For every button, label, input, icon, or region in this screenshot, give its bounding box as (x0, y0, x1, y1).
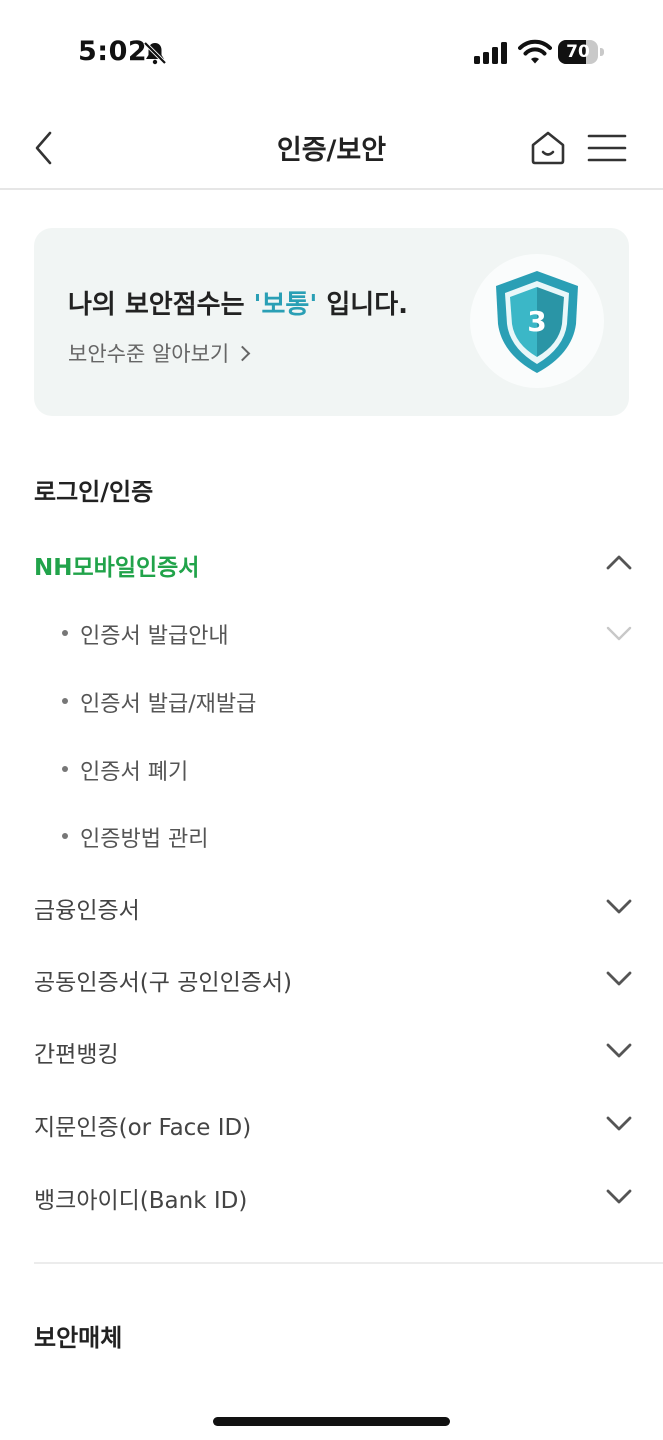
accordion-simple-banking[interactable]: 간편뱅킹 (0, 1021, 663, 1081)
section-title-login: 로그인/인증 (34, 478, 154, 506)
sub-item-cert-revoke[interactable]: 인증서 폐기 (0, 742, 663, 798)
sub-item-label: 인증방법 관리 (80, 827, 209, 852)
security-score-card: 나의 보안점수는 '보통' 입니다. 보안수준 알아보기 3 (34, 228, 629, 416)
battery-percent: 70 (566, 42, 590, 62)
sub-item-label: 인증서 발급/재발급 (80, 692, 257, 717)
hamburger-menu-icon[interactable] (586, 130, 628, 166)
security-shield-badge: 3 (470, 254, 604, 388)
shield-icon: 3 (496, 271, 578, 373)
accordion-fingerprint-auth[interactable]: 지문인증(or Face ID) (0, 1094, 663, 1154)
bullet-dot (62, 698, 68, 704)
accordion-bank-id[interactable]: 뱅크아이디(Bank ID) (0, 1167, 663, 1227)
bullet-dot (62, 833, 68, 839)
status-bar: 5:02 70 (0, 0, 663, 100)
bullet-dot (62, 766, 68, 772)
status-time: 5:02 (78, 36, 148, 67)
accordion-label: 지문인증(or Face ID) (34, 1115, 252, 1141)
battery-indicator: 70 (558, 40, 604, 64)
accordion-label: 금융인증서 (34, 898, 140, 924)
security-score-title: 나의 보안점수는 '보통' 입니다. (68, 290, 409, 320)
accordion-financial-cert[interactable]: 금융인증서 (0, 877, 663, 937)
section-divider (34, 1262, 663, 1264)
chevron-down-icon (606, 626, 632, 641)
sub-item-label: 인증서 폐기 (80, 760, 189, 785)
accordion-nh-mobile-cert[interactable]: NH모바일인증서 (0, 534, 663, 594)
chevron-down-icon (606, 899, 632, 914)
chevron-down-icon (606, 1043, 632, 1058)
accordion-label: NH모바일인증서 (34, 555, 200, 581)
home-indicator[interactable] (213, 1417, 450, 1426)
sub-item-cert-issue-guide[interactable]: 인증서 발급안내 (0, 606, 663, 662)
home-icon[interactable] (528, 128, 568, 168)
chevron-down-icon (606, 971, 632, 986)
bullet-dot (62, 630, 68, 636)
chevron-down-icon (606, 1189, 632, 1204)
chevron-up-icon (606, 555, 632, 570)
nav-header: 인증/보안 (0, 100, 663, 190)
bell-slash-icon (143, 41, 167, 65)
security-level: '보통' (253, 290, 318, 320)
accordion-label: 공동인증서(구 공인인증서) (34, 970, 293, 996)
accordion-label: 간편뱅킹 (34, 1042, 119, 1068)
wifi-icon (518, 39, 552, 64)
sub-item-cert-reissue[interactable]: 인증서 발급/재발급 (0, 674, 663, 730)
cellular-signal-icon (474, 42, 507, 64)
security-level-link[interactable]: 보안수준 알아보기 (68, 338, 251, 368)
chevron-down-icon (606, 1116, 632, 1131)
accordion-joint-cert[interactable]: 공동인증서(구 공인인증서) (0, 949, 663, 1009)
accordion-label: 뱅크아이디(Bank ID) (34, 1188, 248, 1214)
sub-item-auth-method[interactable]: 인증방법 관리 (0, 809, 663, 865)
section-title-security-media: 보안매체 (34, 1324, 123, 1352)
chevron-right-icon (234, 345, 251, 362)
security-score-number: 3 (527, 305, 546, 338)
sub-item-label: 인증서 발급안내 (80, 624, 229, 649)
